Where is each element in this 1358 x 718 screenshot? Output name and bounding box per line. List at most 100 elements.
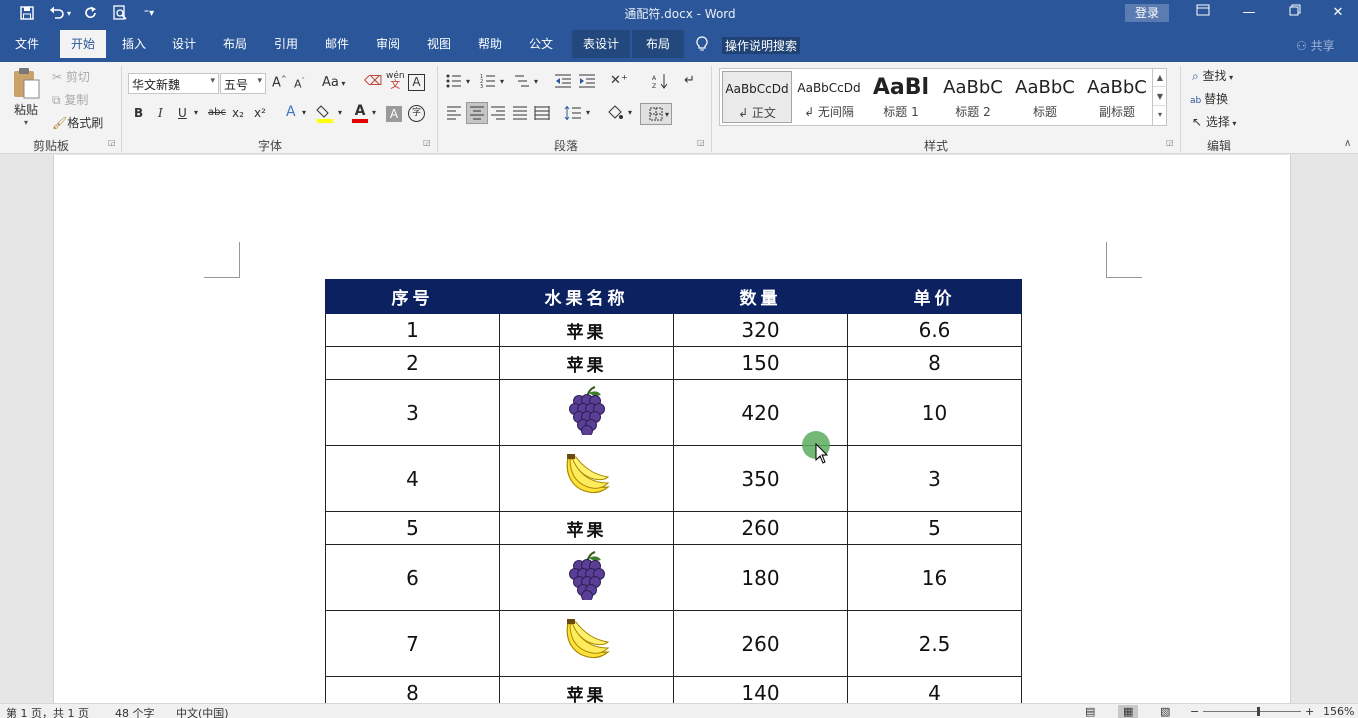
font-size-combo[interactable]: 五号 ▾ <box>220 73 266 94</box>
line-spacing-dropdown-icon[interactable]: ▾ <box>586 108 590 117</box>
numbering-icon[interactable]: 123 <box>480 73 496 92</box>
style-heading-1[interactable]: AaBl 标题 1 <box>866 71 936 123</box>
decrease-indent-icon[interactable] <box>554 73 572 92</box>
cell-unit-price[interactable]: 16 <box>847 544 1022 611</box>
tab-file[interactable]: 文件 <box>6 30 48 58</box>
line-spacing-icon[interactable] <box>564 105 582 123</box>
zoom-out-icon[interactable]: − <box>1190 705 1199 718</box>
shading-dropdown-icon[interactable]: ▾ <box>628 108 632 117</box>
zoom-level[interactable]: 156% <box>1323 705 1354 718</box>
tab-insert[interactable]: 插入 <box>114 30 154 58</box>
asian-layout-icon[interactable]: ✕⁺ <box>610 73 628 88</box>
cell-fruit-name[interactable] <box>499 610 674 677</box>
bullets-icon[interactable] <box>446 73 462 92</box>
multilevel-dropdown-icon[interactable]: ▾ <box>534 77 538 86</box>
cell-quantity[interactable]: 320 <box>673 313 848 347</box>
char-border-button[interactable]: A <box>408 74 425 91</box>
gallery-more-icon[interactable]: ▾ <box>1153 106 1167 124</box>
shading-icon[interactable] <box>606 104 624 125</box>
scroll-up-icon[interactable]: ▲ <box>1153 68 1167 87</box>
justify-icon[interactable] <box>512 106 528 123</box>
cell-index[interactable]: 7 <box>325 610 500 677</box>
paragraph-launcher-icon[interactable]: ◲ <box>697 138 705 147</box>
scroll-down-icon[interactable]: ▼ <box>1153 87 1167 106</box>
styles-gallery-scroll[interactable]: ▲ ▼ ▾ <box>1152 68 1167 126</box>
tab-help[interactable]: 帮助 <box>470 30 510 58</box>
cell-unit-price[interactable]: 8 <box>847 346 1022 380</box>
cell-fruit-name[interactable]: 苹果 <box>499 676 674 703</box>
minimize-icon[interactable]: — <box>1226 0 1272 26</box>
styles-launcher-icon[interactable]: ◲ <box>1166 138 1174 147</box>
multilevel-list-icon[interactable] <box>514 73 530 92</box>
cell-index[interactable]: 3 <box>325 379 500 446</box>
cell-quantity[interactable]: 260 <box>673 511 848 545</box>
zoom-slider[interactable] <box>1203 711 1301 712</box>
numbering-dropdown-icon[interactable]: ▾ <box>500 77 504 86</box>
cell-quantity[interactable]: 260 <box>673 610 848 677</box>
header-quantity[interactable]: 数量 <box>673 279 848 314</box>
align-right-icon[interactable] <box>490 106 506 123</box>
language-indicator[interactable]: 中文(中国) <box>176 705 229 718</box>
read-mode-icon[interactable]: ▤ <box>1085 705 1095 718</box>
text-effects-dropdown-icon[interactable]: ▾ <box>302 108 306 117</box>
underline-button[interactable]: U <box>178 106 187 120</box>
cell-index[interactable]: 8 <box>325 676 500 703</box>
tab-view[interactable]: 视图 <box>419 30 459 58</box>
change-case-button[interactable]: Aa ▾ <box>322 75 345 90</box>
align-left-icon[interactable] <box>446 106 462 123</box>
highlight-icon[interactable] <box>316 104 334 124</box>
cell-quantity[interactable]: 180 <box>673 544 848 611</box>
text-effects-icon[interactable]: A <box>286 104 296 120</box>
cell-unit-price[interactable]: 2.5 <box>847 610 1022 677</box>
enclose-char-button[interactable]: 字 <box>408 105 425 122</box>
tell-me-search[interactable]: 操作说明搜索 <box>722 37 801 54</box>
font-launcher-icon[interactable]: ◲ <box>423 138 431 147</box>
underline-dropdown-icon[interactable]: ▾ <box>194 108 198 117</box>
phonetic-guide-button[interactable]: wén 文 <box>386 72 405 91</box>
shrink-font-button[interactable]: Aˇ <box>294 77 305 91</box>
increase-indent-icon[interactable] <box>578 73 596 92</box>
cell-unit-price[interactable]: 6.6 <box>847 313 1022 347</box>
cell-index[interactable]: 5 <box>325 511 500 545</box>
redo-icon[interactable] <box>80 3 102 23</box>
cell-fruit-name[interactable] <box>499 379 674 446</box>
save-icon[interactable] <box>16 3 38 23</box>
style-title[interactable]: AaBbC 标题 <box>1010 71 1080 123</box>
cell-fruit-name[interactable]: 苹果 <box>499 511 674 545</box>
copy-button[interactable]: ⧉ 复制 <box>52 91 88 108</box>
cell-fruit-name[interactable] <box>499 544 674 611</box>
highlight-dropdown-icon[interactable]: ▾ <box>338 108 342 117</box>
italic-button[interactable]: I <box>158 106 163 120</box>
cut-button[interactable]: ✂ 剪切 <box>52 68 90 85</box>
cell-unit-price[interactable]: 4 <box>847 676 1022 703</box>
sort-icon[interactable]: AZ <box>652 73 668 92</box>
paste-button[interactable]: 粘贴 ▾ <box>8 66 44 127</box>
char-shading-button[interactable]: A <box>386 106 402 122</box>
cell-index[interactable]: 1 <box>325 313 500 347</box>
superscript-button[interactable]: x² <box>254 106 266 120</box>
style-heading-2[interactable]: AaBbC 标题 2 <box>938 71 1008 123</box>
tab-mailings[interactable]: 邮件 <box>317 30 357 58</box>
page-count[interactable]: 第 1 页，共 1 页 <box>6 705 89 718</box>
collapse-ribbon-icon[interactable]: ∧ <box>1344 138 1351 149</box>
format-painter-button[interactable]: 🖌格式刷 <box>52 114 103 131</box>
restore-icon[interactable] <box>1272 0 1318 26</box>
tab-references[interactable]: 引用 <box>266 30 306 58</box>
cell-fruit-name[interactable] <box>499 445 674 512</box>
subscript-button[interactable]: x₂ <box>232 106 244 120</box>
style-subtitle[interactable]: AaBbC 副标题 <box>1082 71 1152 123</box>
show-marks-icon[interactable]: ↵ <box>684 73 695 88</box>
print-layout-icon[interactable]: ▦ <box>1118 705 1139 718</box>
zoom-in-icon[interactable]: + <box>1305 705 1314 718</box>
login-button[interactable]: 登录 <box>1125 4 1169 22</box>
font-name-combo[interactable]: 华文新魏 ▾ <box>128 73 219 94</box>
web-layout-icon[interactable]: ▧ <box>1160 705 1170 718</box>
zoom-slider-thumb[interactable] <box>1257 707 1260 716</box>
header-unit-price[interactable]: 单价 <box>847 279 1022 314</box>
ribbon-display-icon[interactable] <box>1180 0 1226 26</box>
tab-layout[interactable]: 布局 <box>215 30 255 58</box>
grow-font-button[interactable]: A^ <box>272 75 287 90</box>
align-center-icon[interactable] <box>466 102 488 124</box>
customize-qat-icon[interactable]: ⁼▾ <box>138 3 160 23</box>
tab-table-layout[interactable]: 布局 <box>632 30 684 58</box>
